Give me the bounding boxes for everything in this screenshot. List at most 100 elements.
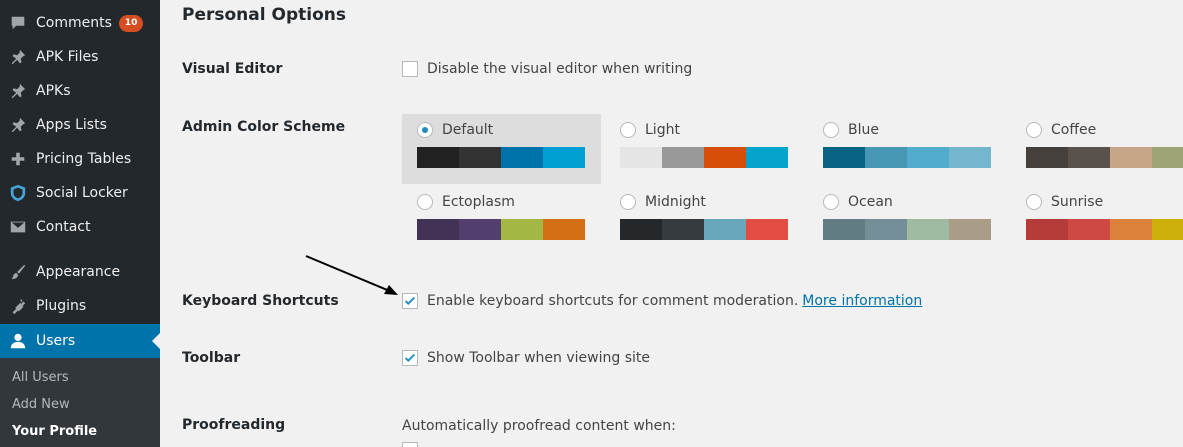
brush-icon [0,263,36,281]
color-scheme-radio[interactable] [823,194,839,210]
color-scheme-name: Default [442,122,494,138]
color-scheme-label: Admin Color Scheme [182,119,346,135]
color-swatch [417,147,459,168]
color-swatch [1068,219,1110,240]
color-scheme-sunrise[interactable]: Sunrise [1011,186,1183,256]
visual-editor-checkbox[interactable] [402,61,418,77]
sidebar-item-contact[interactable]: Contact [0,210,160,244]
color-scheme-name: Light [645,122,680,138]
color-swatches [823,219,991,240]
sidebar-item-label: Contact [36,219,91,235]
color-scheme-default[interactable]: Default [402,114,601,184]
toolbar-checkbox[interactable] [402,350,418,366]
color-swatch [704,219,746,240]
mail-icon [0,218,36,236]
page-title: Personal Options [182,5,346,25]
toolbar-label: Toolbar [182,350,241,366]
color-scheme-radio[interactable] [620,122,636,138]
color-swatches [1026,219,1183,240]
color-swatch [501,219,543,240]
visual-editor-option[interactable]: Disable the visual editor when writing [402,61,692,77]
color-swatches [620,219,788,240]
pin-icon [0,116,36,134]
color-swatches [823,147,991,168]
visual-editor-checkbox-text: Disable the visual editor when writing [427,61,693,77]
color-scheme-ocean[interactable]: Ocean [808,186,1007,256]
sidebar-item-social-locker[interactable]: Social Locker [0,176,160,210]
color-swatch [746,219,788,240]
color-swatch [704,147,746,168]
color-swatch [1026,219,1068,240]
submenu-item-add-new[interactable]: Add New [12,397,70,412]
sidebar-item-users[interactable]: Users [0,324,160,358]
plugin-icon [0,297,36,315]
color-scheme-radio[interactable] [823,122,839,138]
color-swatch [1026,147,1068,168]
annotation-arrow [305,255,398,295]
color-scheme-radio[interactable] [620,194,636,210]
color-scheme-name: Ectoplasm [442,194,515,210]
sidebar-item-apps-lists[interactable]: Apps Lists [0,108,160,142]
color-swatch [459,219,501,240]
color-swatch [543,147,585,168]
shield-icon [0,184,36,202]
color-swatch [865,147,907,168]
color-swatch [823,219,865,240]
sidebar-item-label: Apps Lists [36,117,107,133]
sidebar-item-apk-files[interactable]: APK Files [0,40,160,74]
color-swatch [1152,147,1183,168]
color-scheme-radio[interactable] [417,194,433,210]
color-scheme-radio[interactable] [1026,122,1042,138]
color-scheme-ectoplasm[interactable]: Ectoplasm [402,186,601,256]
color-swatch [907,219,949,240]
sidebar-item-appearance[interactable]: Appearance [0,255,160,289]
color-swatch [620,219,662,240]
color-scheme-midnight[interactable]: Midnight [605,186,804,256]
color-scheme-name: Sunrise [1051,194,1104,210]
sidebar-item-label: Social Locker [36,185,128,201]
color-swatch [1152,219,1183,240]
color-swatches [620,147,788,168]
color-swatch [1068,147,1110,168]
color-scheme-light[interactable]: Light [605,114,804,184]
proofreading-description: Automatically proofread content when: [402,418,676,434]
color-swatch [907,147,949,168]
checkmark-icon [404,353,416,362]
keyboard-shortcuts-checkbox-text: Enable keyboard shortcuts for comment mo… [427,293,799,309]
sidebar-item-apks[interactable]: APKs [0,74,160,108]
sidebar-item-label: APKs [36,83,71,99]
more-information-link[interactable]: More information [802,293,922,309]
color-scheme-name: Ocean [848,194,893,210]
color-swatch [865,219,907,240]
sidebar-item-label: Comments [36,15,112,31]
radio-selected-dot [422,127,428,133]
sidebar-item-plugins[interactable]: Plugins [0,289,160,323]
color-swatch [746,147,788,168]
color-swatch [543,219,585,240]
toolbar-option[interactable]: Show Toolbar when viewing site [402,350,650,366]
proofreading-label: Proofreading [182,417,286,433]
sidebar-item-label: Appearance [36,264,121,280]
sidebar-item-label: Pricing Tables [36,151,132,167]
proofreading-checkbox[interactable] [402,442,418,447]
color-swatches [1026,147,1183,168]
toolbar-checkbox-text: Show Toolbar when viewing site [427,350,650,366]
sidebar-item-pricing-tables[interactable]: Pricing Tables [0,142,160,176]
color-swatch [1110,147,1152,168]
color-swatch [662,219,704,240]
color-scheme-radio[interactable] [417,122,433,138]
pin-icon [0,48,36,66]
profile-form: Personal Options Visual Editor Disable t… [160,0,1183,447]
submenu-item-all-users[interactable]: All Users [12,370,69,385]
color-scheme-radio[interactable] [1026,194,1042,210]
color-scheme-coffee[interactable]: Coffee [1011,114,1183,184]
sidebar-item-label: Plugins [36,298,87,314]
sidebar-item-label: APK Files [36,49,99,65]
comments-count-badge: 10 [118,14,144,32]
keyboard-shortcuts-option[interactable]: Enable keyboard shortcuts for comment mo… [402,293,922,309]
submenu-item-your-profile[interactable]: Your Profile [12,424,97,439]
color-swatches [417,147,585,168]
plus-icon [0,150,36,168]
sidebar-item-comments[interactable]: Comments 10 [0,6,160,40]
color-scheme-blue[interactable]: Blue [808,114,1007,184]
